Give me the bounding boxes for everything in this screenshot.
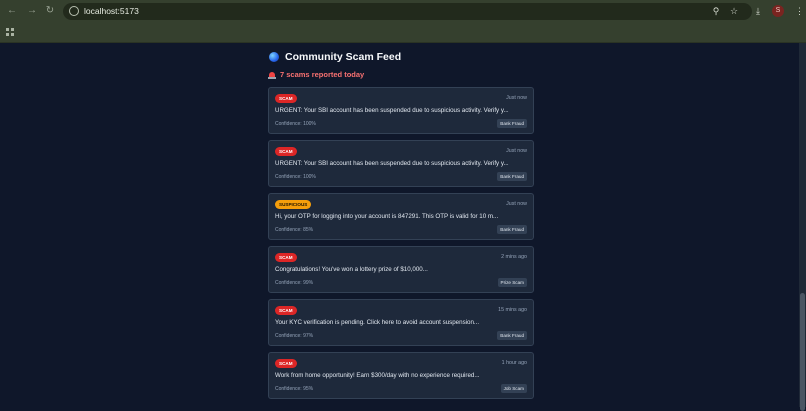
feed-card[interactable]: SCAM 15 mins ago Your KYC verification is …: [268, 299, 534, 346]
category-tag: Bank Fraud: [497, 172, 527, 181]
menu-kebab-icon[interactable]: ⋮: [795, 5, 804, 17]
report-time: Just now: [506, 201, 527, 207]
report-time: 2 mins ago: [501, 254, 527, 260]
category-tag: Bank Fraud: [497, 225, 527, 234]
verdict-badge: SCAM: [275, 253, 297, 262]
feed-card[interactable]: SCAM Just now URGENT: Your SBI account has…: [268, 140, 534, 187]
scam-count-text: 7 scams reported today: [280, 70, 365, 79]
message-preview: Your KYC verification is pending. Click …: [275, 319, 480, 326]
reload-icon[interactable]: ↻: [44, 5, 56, 17]
feed-card[interactable]: SCAM Just now URGENT: Your SBI account has…: [268, 87, 534, 134]
confidence-text: Confidence: 100%: [275, 174, 316, 180]
feed-title: Community Scam Feed: [285, 51, 402, 63]
message-preview: Congratulations! You've won a lottery pr…: [275, 266, 428, 273]
forward-arrow-icon[interactable]: →: [26, 5, 38, 17]
message-preview: URGENT: Your SBI account has been suspen…: [275, 107, 509, 114]
confidence-text: Confidence: 97%: [275, 333, 314, 339]
verdict-badge: SUSPICIOUS: [275, 200, 312, 209]
feed-card[interactable]: SCAM 1 hour ago Work from home opportunity…: [268, 352, 534, 399]
feed-card[interactable]: SUSPICIOUS Just now Hi, your OTP for loggi…: [268, 193, 534, 240]
report-time: Just now: [506, 95, 527, 101]
browser-toolbar: ← → ↻ localhost:5173 ⚲ ☆ ⤓ S ⋮: [0, 0, 806, 23]
message-preview: URGENT: Your SBI account has been suspen…: [275, 160, 509, 167]
back-arrow-icon[interactable]: ←: [6, 5, 18, 17]
confidence-text: Confidence: 95%: [275, 386, 314, 392]
feed-header: Community Scam Feed: [269, 50, 534, 64]
message-preview: Work from home opportunity! Earn $300/da…: [275, 372, 480, 379]
report-time: 1 hour ago: [501, 360, 527, 366]
category-tag: Job Scam: [500, 384, 527, 393]
bookmarks-bar: [0, 23, 806, 43]
verdict-badge: SCAM: [275, 359, 297, 368]
address-bar[interactable]: localhost:5173 ⚲ ☆: [63, 3, 752, 20]
category-tag: Bank Fraud: [497, 119, 527, 128]
bookmark-star-icon[interactable]: ☆: [729, 6, 739, 16]
siren-icon: [268, 71, 276, 79]
download-icon[interactable]: ⤓: [756, 5, 760, 17]
apps-grid-icon[interactable]: [6, 28, 14, 36]
site-info-icon[interactable]: [69, 6, 79, 16]
confidence-text: Confidence: 100%: [275, 121, 316, 127]
globe-icon: [269, 52, 279, 62]
confidence-text: Confidence: 99%: [275, 280, 314, 286]
profile-avatar[interactable]: S: [772, 5, 784, 17]
confidence-text: Confidence: 85%: [275, 227, 314, 233]
category-tag: Bank Fraud: [497, 331, 527, 340]
page-scrollbar[interactable]: [799, 43, 806, 411]
scrollbar-thumb[interactable]: [800, 293, 805, 411]
message-preview: Hi, your OTP for logging into your accou…: [275, 213, 499, 220]
feed-card[interactable]: SCAM 2 mins ago Congratulations! You've wo…: [268, 246, 534, 293]
url-text: localhost:5173: [84, 6, 139, 16]
report-time: 15 mins ago: [498, 307, 527, 313]
verdict-badge: SCAM: [275, 306, 297, 315]
community-scam-feed: Community Scam Feed 7 scams reported tod…: [268, 50, 534, 399]
feed-count: 7 scams reported today: [268, 69, 534, 80]
report-time: Just now: [506, 148, 527, 154]
category-tag: Prize Scam: [497, 278, 527, 287]
verdict-badge: SCAM: [275, 94, 297, 103]
zoom-icon[interactable]: ⚲: [711, 6, 721, 16]
verdict-badge: SCAM: [275, 147, 297, 156]
